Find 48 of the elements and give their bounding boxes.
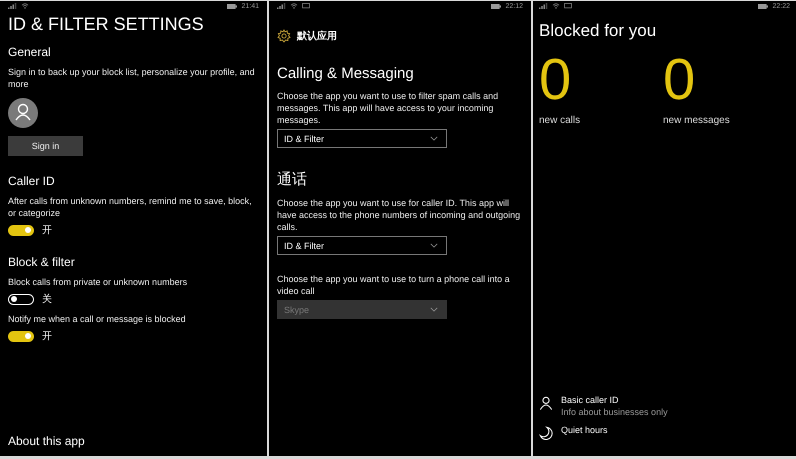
setting-description: Notify me when a call or message is blocked [8, 313, 187, 325]
section-heading: 通话 [277, 170, 308, 189]
toggle-switch[interactable] [8, 294, 34, 304]
setting-description: Block calls from private or unknown numbers [8, 276, 188, 288]
blocked-count: 0 [663, 47, 696, 113]
person-icon [539, 396, 553, 410]
blocked-count: 0 [539, 47, 572, 113]
count-label: new messages [663, 115, 731, 126]
section-heading: General [8, 45, 52, 59]
page-header: 默认应用 [297, 29, 337, 43]
section-heading: Calling & Messaging [277, 65, 415, 82]
toggle-state-label: 开 [42, 330, 52, 343]
count-label: new calls [539, 115, 582, 126]
chevron-down-icon [430, 307, 438, 312]
section-description: Choose the app you want to use to turn a phone call into a video call [277, 273, 511, 297]
wifi-icon [21, 3, 29, 9]
signal-icon [8, 3, 17, 9]
sign-in-button[interactable]: Sign in [8, 136, 83, 156]
toggle-switch[interactable] [8, 224, 34, 236]
battery-icon [491, 4, 502, 8]
page-title: ID & FILTER SETTINGS [8, 14, 205, 35]
chevron-down-icon [430, 243, 438, 248]
wifi-icon [552, 3, 560, 9]
section-heading: Caller ID [8, 174, 56, 188]
avatar-icon [8, 98, 38, 128]
chevron-down-icon [430, 136, 438, 141]
list-item-title[interactable]: Quiet hours [561, 425, 608, 435]
battery-icon [227, 4, 238, 8]
toggle-state-label: 开 [42, 224, 52, 237]
setting-description: After calls from unknown numbers, remind me to save, block, or categorize [8, 195, 253, 219]
signal-icon [277, 3, 286, 9]
about-link[interactable]: About this app [8, 434, 259, 448]
battery-icon [758, 4, 768, 8]
app-dropdown[interactable]: ID & Filter [277, 236, 447, 255]
wifi-icon [290, 3, 298, 9]
signal-icon [539, 3, 548, 9]
app-dropdown[interactable]: ID & Filter [277, 129, 447, 148]
list-item-title[interactable]: Basic caller ID [561, 395, 668, 405]
toggle-state-label: 关 [42, 292, 52, 306]
moon-icon [539, 426, 553, 440]
section-description: Choose the app you want to use to filter spam calls and messages. This app will have access to your incoming messages. [277, 90, 500, 126]
section-description: Sign in to back up your block list, personalize your profile, and more [8, 66, 256, 90]
settings-icon [277, 29, 291, 43]
list-item-subtitle: Info about businesses only [561, 407, 668, 417]
page-title: Blocked for you [539, 21, 658, 41]
section-heading: Block & filter [8, 255, 76, 269]
section-description: Choose the app you want to use for caller ID. This app will have access to the phone numbers of incoming and outgoing calls. [277, 197, 522, 233]
toggle-switch[interactable] [8, 330, 34, 342]
